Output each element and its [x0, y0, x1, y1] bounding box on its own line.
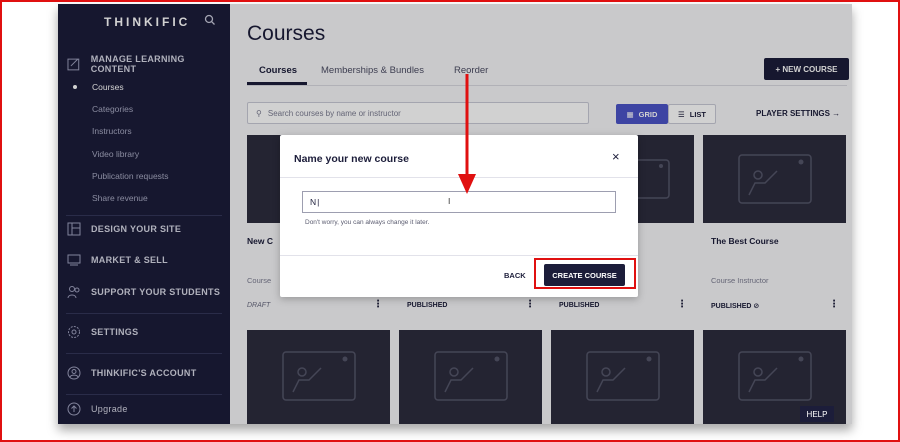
back-button[interactable]: BACK [504, 271, 526, 280]
divider [280, 255, 638, 256]
annotation-frame: THINKIFIC MANAGE LEARNING CONTENT Course… [0, 0, 900, 442]
course-name-value: N [310, 197, 317, 207]
app-window: THINKIFIC MANAGE LEARNING CONTENT Course… [58, 4, 852, 424]
input-hint: Don't worry, you can always change it la… [305, 219, 430, 226]
i-beam-cursor-icon: I [448, 196, 451, 206]
help-button[interactable]: HELP [800, 406, 834, 422]
text-cursor-icon: | [317, 197, 320, 207]
close-icon[interactable]: × [612, 149, 620, 164]
dialog-title: Name your new course [294, 153, 409, 165]
arrow-down-icon [458, 74, 476, 194]
highlight-box [534, 258, 636, 289]
